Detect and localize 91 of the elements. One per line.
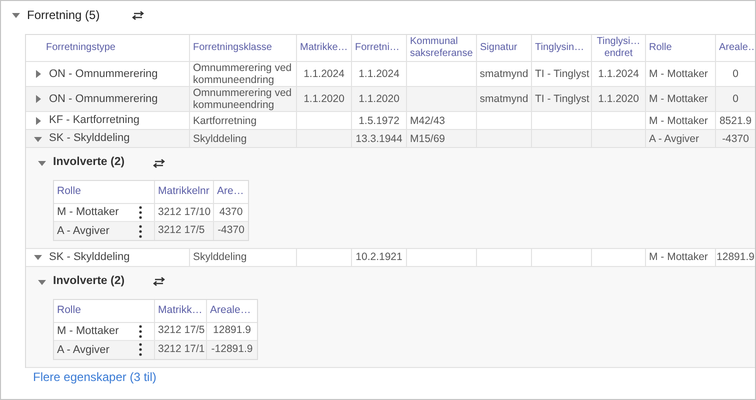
column-header[interactable]: Matrikk…	[155, 300, 207, 322]
table-cell: smatmynd	[480, 68, 528, 80]
table-cell: 10.2.1921	[356, 251, 402, 264]
table-cell: Kartforretning	[193, 114, 257, 126]
table-cell-text: ON - Omnummerering	[49, 66, 158, 82]
table-cell: TI - Tinglyst	[535, 93, 590, 105]
table-row[interactable]: KF - Kartforretning Kartforretning 1.5.1972 M42/43 M - Mottaker 8521.9	[26, 112, 755, 130]
table-cell: M15/69	[410, 132, 446, 144]
more-properties-link[interactable]: Flere egenskaper (3 til)	[33, 370, 156, 384]
table-cell: 3212 17/1	[155, 340, 207, 359]
swap-arrows-icon[interactable]	[152, 277, 165, 286]
expand-caret-icon[interactable]	[34, 116, 42, 124]
table-cell: 1.1.2020	[304, 93, 344, 105]
section-title: Involverte (2)	[53, 274, 125, 290]
table-row[interactable]: SK - Skylddeling Skylddeling 13.3.1944 M15/69 A - Avgiver -4370	[26, 130, 755, 148]
table-cell: 0	[732, 68, 738, 80]
column-header[interactable]: Tinglysin…	[532, 35, 592, 61]
table-cell-text: M - Mottaker	[57, 205, 119, 220]
column-header[interactable]: Are…	[214, 181, 248, 203]
table-cell: 8521.9	[719, 114, 752, 126]
more-options-icon[interactable]	[139, 224, 142, 238]
table-row[interactable]: A - Avgiver 3212 17/1 -12891.9	[54, 340, 257, 359]
swap-arrows-icon[interactable]	[132, 10, 144, 20]
table-cell: A - Avgiver	[649, 132, 699, 144]
column-header[interactable]: Forretningsklasse	[190, 35, 297, 61]
expand-caret-icon[interactable]	[34, 95, 42, 103]
table-cell: TI - Tinglyst	[535, 68, 590, 80]
table-cell: M42/43	[410, 114, 446, 126]
column-header[interactable]: Areale…	[716, 35, 755, 61]
table-cell-text: SK - Skylddeling	[49, 250, 130, 265]
column-header[interactable]: Tinglysi… endret	[592, 35, 646, 61]
table-cell: Skylddeling	[193, 132, 247, 144]
table-cell: 0	[732, 93, 738, 105]
column-header[interactable]: Matrikkelnr	[155, 181, 214, 203]
table-cell-text: ON - Omnummerering	[49, 92, 158, 107]
column-header[interactable]: Rolle	[646, 35, 716, 61]
table-cell: 1.1.2024	[598, 68, 639, 80]
table-cell: -4370	[722, 132, 749, 144]
column-header[interactable]: Rolle	[54, 300, 155, 322]
table-row[interactable]: ON - Omnummerering Omnummerering ved kommuneendring 1.1.2020 1.1.2020 smatmynd TI - Tinglyst 1.1.2020 M - Mottaker 0	[26, 87, 755, 112]
expand-caret-icon[interactable]	[34, 134, 42, 142]
table-cell-text: A - Avgiver	[57, 224, 110, 239]
expand-caret-icon[interactable]	[38, 159, 46, 167]
table-cell: 3212 17/5	[155, 322, 207, 340]
table-cell: M - Mottaker	[649, 251, 708, 264]
table-row[interactable]: ON - Omnummerering Omnummerering ved kommuneendring 1.1.2024 1.1.2024 smatmynd TI - Tinglyst 1.1.2024 M - Mottaker 0	[26, 62, 755, 87]
more-options-icon[interactable]	[139, 324, 142, 338]
column-header[interactable]: Areale…	[207, 300, 257, 322]
table-cell-text: KF - Kartforretning	[49, 113, 140, 128]
table-cell: 1.1.2024	[304, 68, 344, 80]
table-cell: M - Mottaker	[649, 68, 708, 80]
column-header[interactable]: Signatur	[477, 35, 532, 61]
column-header[interactable]: Rolle	[54, 181, 155, 203]
table-cell: 12891.9	[716, 251, 754, 264]
more-options-icon[interactable]	[139, 206, 142, 219]
table-cell-text: SK - Skylddeling	[49, 131, 130, 146]
table-cell: smatmynd	[480, 93, 528, 105]
table-cell: M - Mottaker	[649, 93, 708, 105]
table-cell: 1.1.2020	[358, 93, 400, 105]
table-cell: 13.3.1944	[356, 132, 402, 144]
table-cell-text: -12891.9	[210, 342, 254, 357]
table-cell: Skylddeling	[193, 251, 247, 264]
expand-caret-icon[interactable]	[34, 70, 42, 78]
table-cell-text: -4370	[216, 223, 246, 238]
table-cell: 1.1.2024	[358, 68, 400, 80]
table-cell: 3212 17/10	[155, 204, 214, 221]
table-cell: 3212 17/5	[155, 222, 214, 240]
expand-caret-icon[interactable]	[12, 11, 20, 19]
table-cell: Omnummerering ved kommuneendring	[193, 62, 293, 86]
table-cell: Omnummerering ved kommuneendring	[193, 87, 293, 111]
more-options-icon[interactable]	[139, 343, 142, 356]
expand-caret-icon[interactable]	[34, 253, 42, 262]
table-row[interactable]: M - Mottaker 3212 17/5 12891.9	[54, 322, 257, 341]
section-title: Involverte (2)	[53, 155, 125, 170]
column-header[interactable]: Matrikke…	[297, 35, 352, 61]
table-cell: 1.5.1972	[358, 114, 400, 126]
table-row[interactable]: M - Mottaker 3212 17/10 4370	[54, 204, 248, 222]
swap-arrows-icon[interactable]	[152, 158, 165, 168]
table-cell-text: M - Mottaker	[57, 324, 119, 339]
column-header[interactable]: Forretni…	[352, 35, 407, 61]
table-row[interactable]: SK - Skylddeling Skylddeling 10.2.1921 M - Mottaker 12891.9	[26, 248, 755, 267]
table-cell-text: 12891.9	[212, 323, 252, 338]
table-cell-text: 4370	[218, 204, 244, 220]
table-cell: M - Mottaker	[649, 114, 708, 126]
column-header[interactable]: Forretningstype	[26, 35, 190, 61]
section-title: Forretning (5)	[27, 7, 100, 24]
table-cell-text: A - Avgiver	[57, 342, 110, 358]
expand-caret-icon[interactable]	[38, 278, 46, 286]
table-cell: 1.1.2020	[598, 93, 639, 105]
column-header[interactable]: Kommunal saksreferanse	[407, 35, 477, 61]
table-row[interactable]: A - Avgiver 3212 17/5 -4370	[54, 222, 248, 240]
